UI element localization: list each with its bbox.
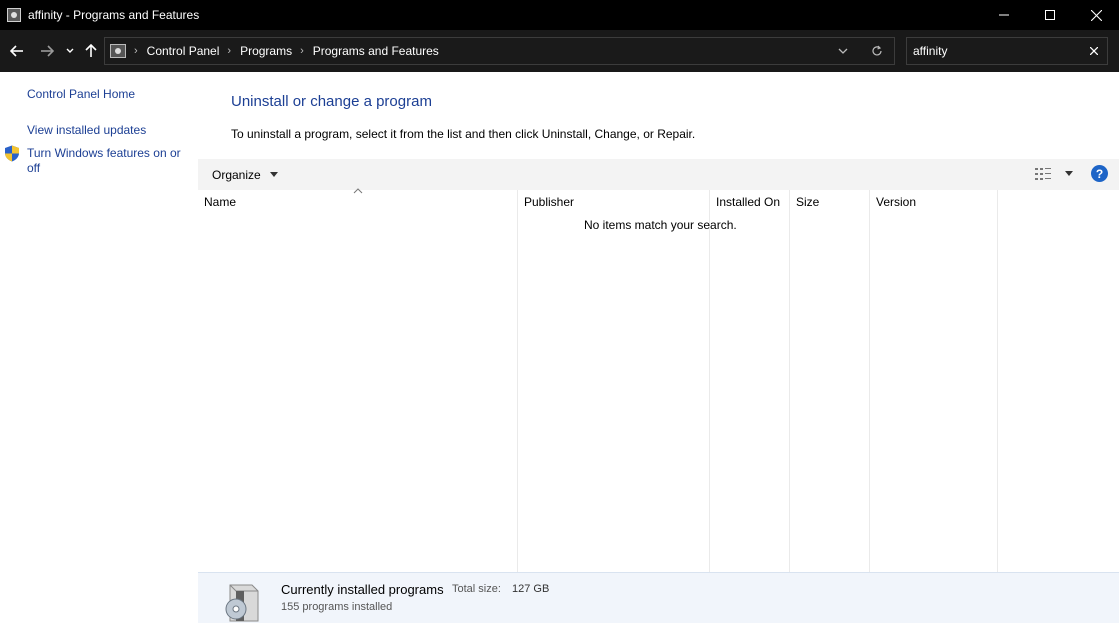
close-icon bbox=[1090, 9, 1102, 21]
breadcrumb-separator: › bbox=[134, 45, 138, 57]
toolbar-right: ? bbox=[1035, 165, 1108, 182]
column-divider[interactable] bbox=[789, 190, 790, 572]
clear-search-button[interactable] bbox=[1087, 44, 1101, 58]
refresh-icon bbox=[872, 45, 882, 56]
page-description: To uninstall a program, select it from t… bbox=[231, 127, 696, 141]
search-box[interactable] bbox=[906, 37, 1108, 65]
column-divider[interactable] bbox=[869, 190, 870, 572]
breadcrumb-separator: › bbox=[300, 45, 304, 57]
arrow-right-icon bbox=[41, 45, 54, 57]
view-installed-updates-link[interactable]: View installed updates bbox=[27, 123, 146, 138]
column-header-version[interactable]: Version bbox=[870, 190, 997, 214]
refresh-button[interactable] bbox=[860, 38, 894, 64]
chevron-down-icon bbox=[838, 48, 848, 54]
breadcrumb-control-panel[interactable]: Control Panel bbox=[147, 44, 220, 58]
breadcrumb-separator: › bbox=[227, 45, 232, 57]
address-bar-actions bbox=[826, 38, 894, 64]
details-title: Currently installed programs bbox=[281, 582, 444, 597]
shield-icon bbox=[5, 145, 19, 162]
title-bar: affinity - Programs and Features bbox=[0, 0, 1119, 30]
column-header-publisher[interactable]: Publisher bbox=[518, 190, 709, 214]
left-pane: Control Panel Home View installed update… bbox=[0, 72, 198, 623]
recent-locations-button[interactable] bbox=[63, 36, 77, 66]
caret-down-icon bbox=[269, 172, 278, 177]
details-pane: Currently installed programs Total size:… bbox=[198, 572, 1119, 623]
turn-windows-features-link[interactable]: Turn Windows features on or off bbox=[27, 146, 189, 176]
forward-button[interactable] bbox=[36, 36, 58, 66]
back-button[interactable] bbox=[6, 36, 28, 66]
minimize-icon bbox=[999, 14, 1009, 16]
chevron-down-icon bbox=[66, 48, 74, 53]
program-count: 155 programs installed bbox=[281, 601, 393, 613]
help-icon: ? bbox=[1095, 166, 1104, 181]
organize-label: Organize bbox=[212, 167, 261, 182]
arrow-left-icon bbox=[10, 45, 23, 57]
control-panel-icon bbox=[110, 44, 126, 58]
caret-down-icon bbox=[1065, 171, 1073, 176]
control-panel-icon bbox=[7, 8, 21, 22]
column-header-size[interactable]: Size bbox=[790, 190, 869, 214]
search-input[interactable] bbox=[907, 44, 1077, 58]
up-button[interactable] bbox=[82, 36, 100, 66]
minimize-button[interactable] bbox=[981, 0, 1027, 30]
navigation-bar: › Control Panel › Programs › Programs an… bbox=[0, 30, 1119, 72]
sort-ascending-icon bbox=[353, 188, 363, 194]
column-divider[interactable] bbox=[709, 190, 710, 572]
column-headers: Name Publisher Installed On Size Version bbox=[198, 190, 1119, 214]
column-divider[interactable] bbox=[997, 190, 998, 572]
breadcrumb-programs[interactable]: Programs bbox=[240, 44, 292, 58]
change-view-button[interactable] bbox=[1035, 167, 1051, 180]
maximize-button[interactable] bbox=[1027, 0, 1073, 30]
maximize-icon bbox=[1045, 10, 1055, 20]
installed-programs-icon bbox=[225, 584, 259, 622]
page-title: Uninstall or change a program bbox=[231, 93, 432, 110]
close-icon bbox=[1090, 47, 1098, 55]
window-controls bbox=[981, 0, 1119, 30]
total-size-label: Total size: bbox=[452, 583, 501, 595]
breadcrumb-programs-and-features[interactable]: Programs and Features bbox=[313, 44, 439, 58]
column-header-installed-on[interactable]: Installed On bbox=[710, 190, 789, 214]
total-size-value: 127 GB bbox=[512, 583, 550, 595]
window-title: affinity - Programs and Features bbox=[28, 8, 200, 22]
details-view-icon bbox=[1035, 167, 1051, 180]
address-bar[interactable]: › Control Panel › Programs › Programs an… bbox=[104, 37, 895, 65]
help-button[interactable]: ? bbox=[1091, 165, 1108, 182]
arrow-up-icon bbox=[85, 44, 97, 57]
close-button[interactable] bbox=[1073, 0, 1119, 30]
empty-list-message: No items match your search. bbox=[584, 218, 737, 232]
organize-button[interactable]: Organize bbox=[212, 168, 278, 182]
control-panel-home-link[interactable]: Control Panel Home bbox=[27, 87, 135, 102]
address-history-button[interactable] bbox=[826, 38, 860, 64]
command-bar: Organize ? bbox=[198, 159, 1119, 190]
view-options-button[interactable] bbox=[1065, 171, 1073, 176]
column-divider[interactable] bbox=[517, 190, 518, 572]
